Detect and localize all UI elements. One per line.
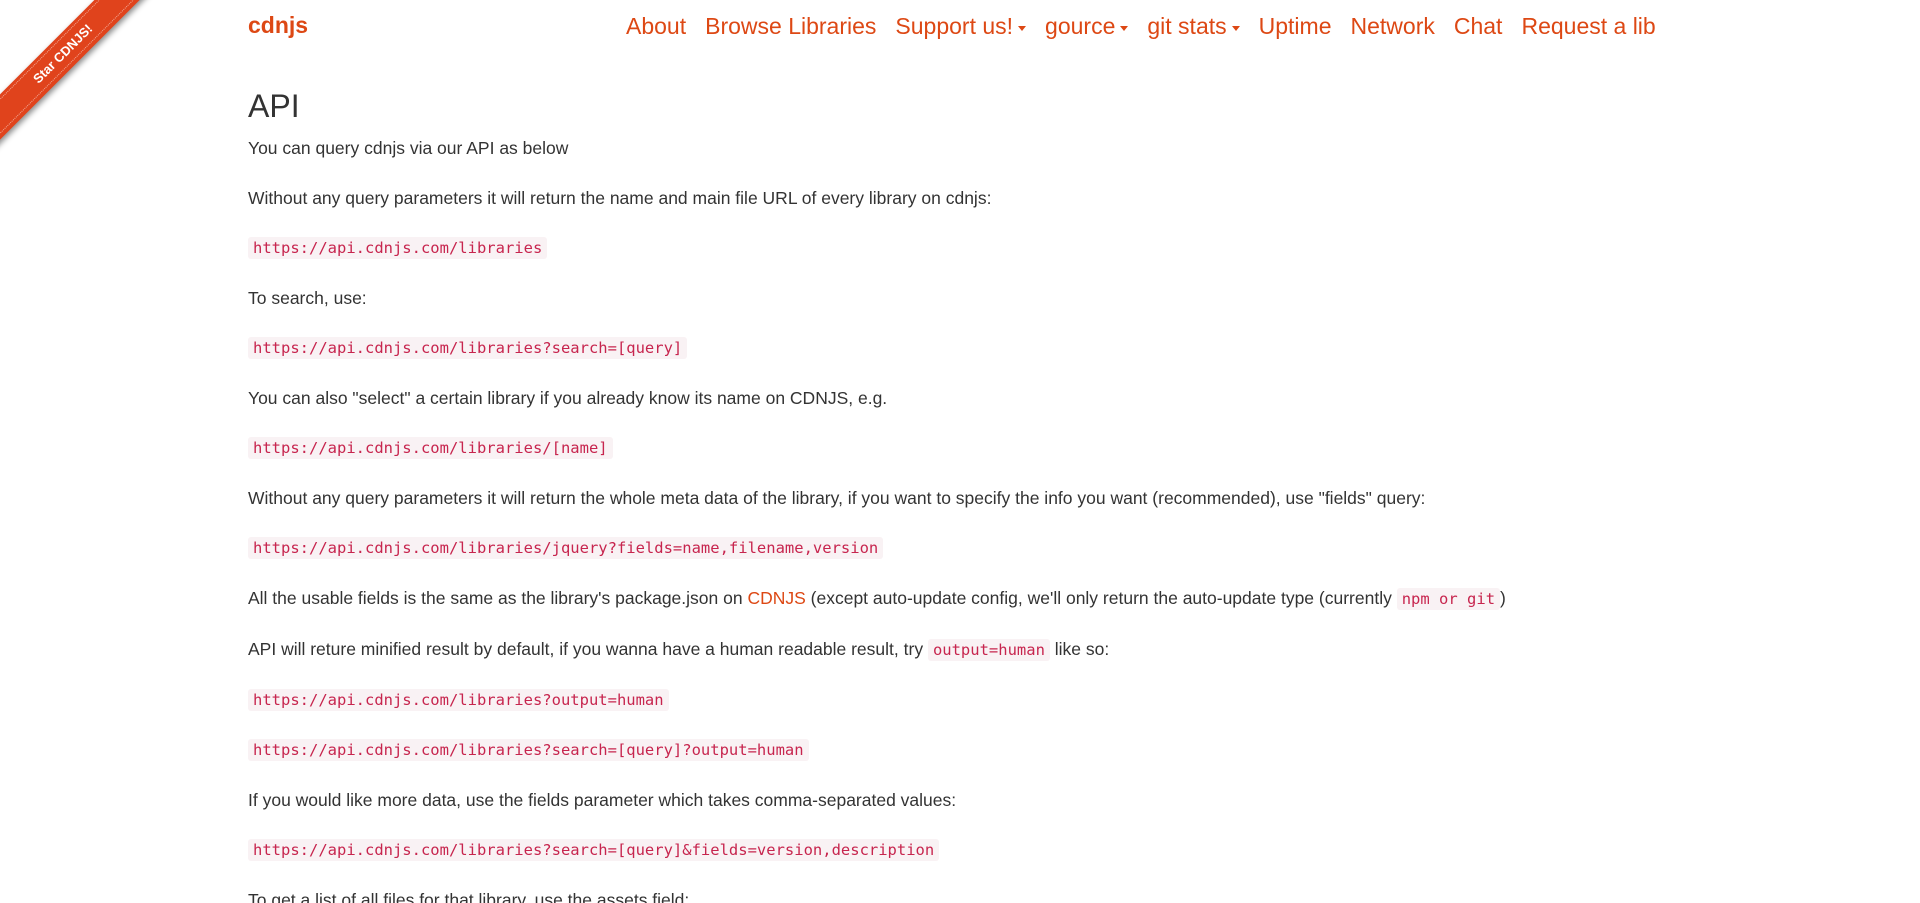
nav-browse-libraries-label: Browse Libraries [705, 13, 877, 39]
nav-menu: About Browse Libraries Support us! gourc… [626, 13, 1656, 40]
code-output-human: output=human [927, 639, 1050, 661]
caret-down-icon [1018, 26, 1027, 31]
nav-browse-libraries[interactable]: Browse Libraries [705, 13, 876, 40]
code-url-search: https://api.cdnjs.com/libraries?search=[… [248, 336, 1688, 360]
page-title: API [248, 88, 300, 124]
code-url-search-fields: https://api.cdnjs.com/libraries?search=[… [248, 838, 1688, 862]
nav-uptime-label: Uptime [1258, 13, 1332, 39]
nav-network-label: Network [1350, 13, 1435, 39]
main-content: API You can query cdnjs via our API as b… [248, 82, 1688, 903]
nav-git-stats-label: git stats [1147, 13, 1227, 39]
url-libraries: https://api.cdnjs.com/libraries [248, 237, 548, 259]
usable-fields-middle: (except auto-update config, we'll only r… [805, 588, 1397, 608]
code-url-search-output-human: https://api.cdnjs.com/libraries?search=[… [248, 738, 1688, 762]
nav-support-us-label: Support us! [895, 13, 1014, 39]
brand-logo[interactable]: cdnjs [248, 12, 308, 39]
usable-fields-text: All the usable fields is the same as the… [248, 586, 1688, 611]
url-name: https://api.cdnjs.com/libraries/[name] [248, 437, 613, 459]
code-url-name: https://api.cdnjs.com/libraries/[name] [248, 436, 1688, 460]
code-url-libraries: https://api.cdnjs.com/libraries [248, 236, 1688, 260]
usable-fields-after: ) [1500, 588, 1506, 608]
nav-gource-label: gource [1045, 13, 1116, 39]
nav-chat[interactable]: Chat [1454, 13, 1503, 40]
caret-down-icon [1231, 26, 1240, 31]
nav-about-label: About [626, 13, 687, 39]
url-search-output-human: https://api.cdnjs.com/libraries?search=[… [248, 739, 809, 761]
nav-about[interactable]: About [626, 13, 686, 40]
nav-request-a-lib[interactable]: Request a lib [1521, 13, 1655, 40]
code-url-fields: https://api.cdnjs.com/libraries/jquery?f… [248, 536, 1688, 560]
assets-text: To get a list of all files for that libr… [248, 890, 690, 903]
nav-uptime[interactable]: Uptime [1259, 13, 1332, 40]
nav-network[interactable]: Network [1351, 13, 1435, 40]
navbar: cdnjs About Browse Libraries Support us!… [0, 0, 1920, 52]
minified-before: API will reture minified result by defau… [248, 639, 928, 659]
intro-text: You can query cdnjs via our API as below [248, 138, 569, 158]
code-npm-or-git: npm or git [1396, 588, 1501, 610]
url-search-fields: https://api.cdnjs.com/libraries?search=[… [248, 839, 940, 861]
star-cdnjs-ribbon[interactable]: Star CDNJS! [0, 0, 163, 154]
search-text: To search, use: [248, 288, 367, 308]
cdnjs-link[interactable]: CDNJS [747, 588, 805, 608]
url-output-human: https://api.cdnjs.com/libraries?output=h… [248, 689, 669, 711]
nav-support-us-dropdown[interactable]: Support us! [895, 13, 1027, 40]
nav-chat-label: Chat [1453, 13, 1503, 39]
no-params-text: Without any query parameters it will ret… [248, 188, 992, 208]
usable-fields-before: All the usable fields is the same as the… [248, 588, 748, 608]
minified-text: API will reture minified result by defau… [248, 637, 1688, 662]
nav-gource-dropdown[interactable]: gource [1045, 13, 1129, 40]
ribbon-container: Star CDNJS! [0, 0, 200, 200]
caret-down-icon [1120, 26, 1129, 31]
more-data-text: If you would like more data, use the fie… [248, 790, 957, 810]
url-search: https://api.cdnjs.com/libraries?search=[… [248, 337, 688, 359]
nav-git-stats-dropdown[interactable]: git stats [1147, 13, 1240, 40]
minified-after: like so: [1049, 639, 1110, 659]
fields-text: Without any query parameters it will ret… [248, 488, 1426, 508]
select-text: You can also "select" a certain library … [248, 388, 888, 408]
nav-request-a-lib-label: Request a lib [1521, 13, 1656, 39]
code-url-output-human: https://api.cdnjs.com/libraries?output=h… [248, 688, 1688, 712]
url-fields: https://api.cdnjs.com/libraries/jquery?f… [248, 537, 884, 559]
